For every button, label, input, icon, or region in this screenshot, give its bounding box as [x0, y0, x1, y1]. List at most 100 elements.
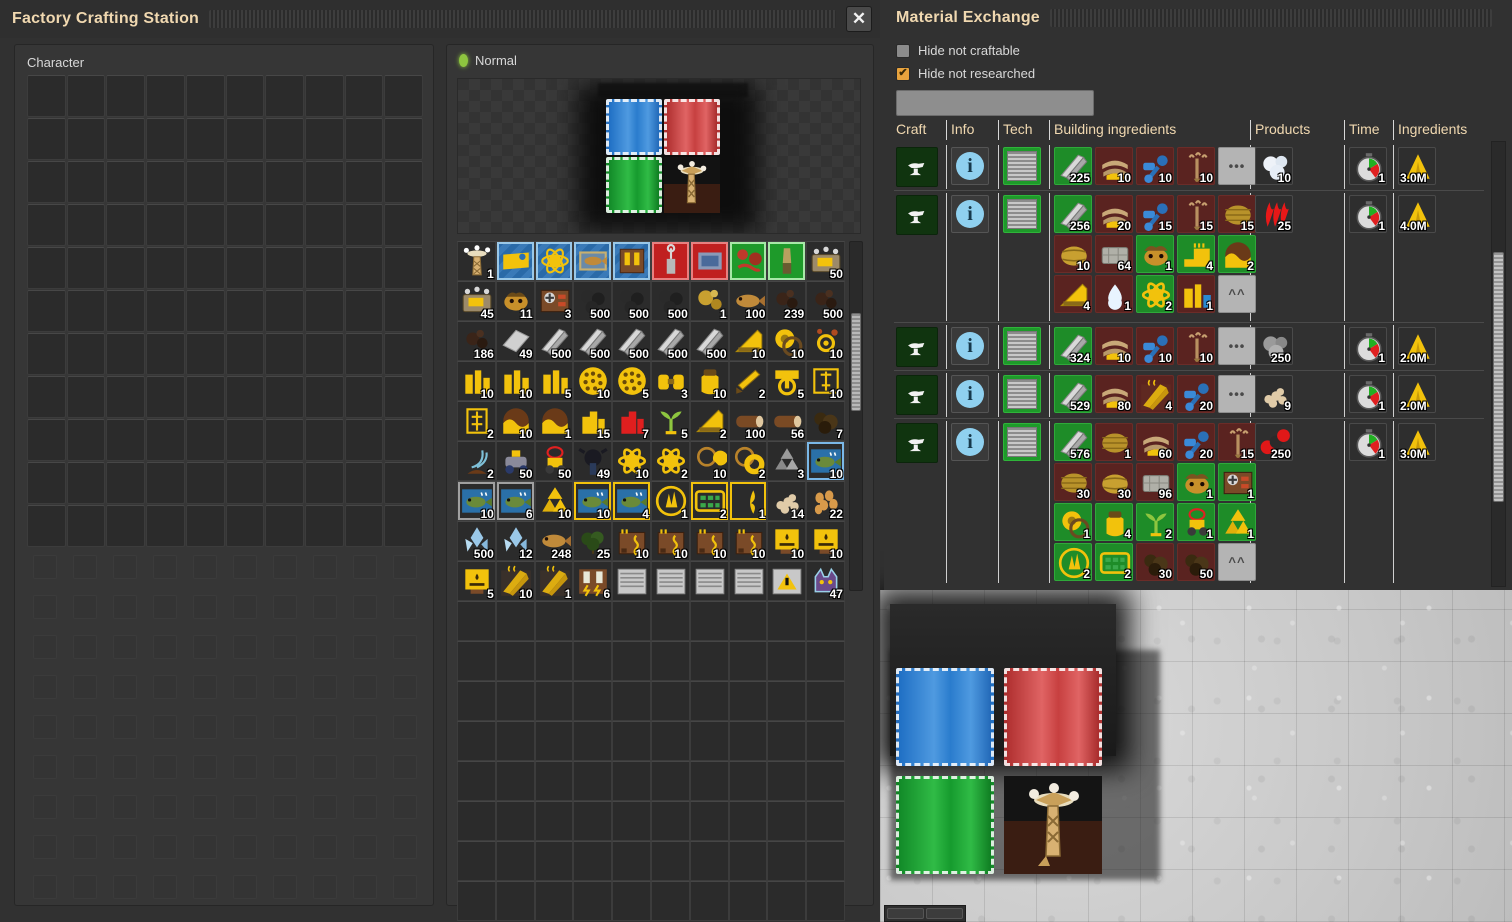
inventory-slot[interactable]: 4	[612, 481, 651, 521]
hide-not-researched-checkbox[interactable]: ✔	[896, 66, 910, 81]
character-slot[interactable]	[225, 161, 265, 203]
inventory-empty-slot[interactable]	[650, 641, 690, 681]
inventory-empty-slot[interactable]	[534, 841, 574, 881]
inventory-slot[interactable]: 10	[806, 521, 845, 561]
inventory-slot[interactable]: 1	[534, 401, 574, 441]
character-slot[interactable]	[225, 290, 265, 332]
character-slot[interactable]	[185, 290, 225, 332]
character-slot[interactable]	[304, 505, 344, 547]
character-slot[interactable]	[106, 290, 146, 332]
character-slot[interactable]	[384, 161, 423, 203]
ingredient-slot[interactable]: 1	[1218, 503, 1256, 541]
character-slot[interactable]	[225, 462, 265, 504]
inventory-slot[interactable]: 22	[806, 481, 845, 521]
inventory-empty-slot[interactable]	[534, 761, 574, 801]
character-slot[interactable]	[225, 419, 265, 461]
character-slot[interactable]	[304, 247, 344, 289]
inventory-empty-slot[interactable]	[573, 881, 613, 921]
inventory-slot[interactable]: 5	[767, 361, 807, 401]
inventory-empty-slot[interactable]	[534, 641, 574, 681]
inventory-slot[interactable]: 25	[573, 521, 613, 561]
inventory-empty-slot[interactable]	[457, 681, 496, 721]
inventory-slot[interactable]: 5	[612, 361, 651, 401]
ingredient-slot[interactable]: 15	[1177, 195, 1215, 233]
character-slot[interactable]	[384, 290, 423, 332]
character-slot[interactable]	[185, 419, 225, 461]
inventory-slot[interactable]: 1	[457, 241, 496, 281]
inventory-empty-slot[interactable]	[767, 841, 807, 881]
recipe-row[interactable]: i 256 20 15 15 15 10 64 1 4 2 4 1 2 1 ^^ 25 1 4.0M	[894, 191, 1484, 323]
ingredient-slot[interactable]: 2	[1136, 275, 1174, 313]
inventory-slot[interactable]: 1	[728, 481, 768, 521]
inventory-empty-slot[interactable]	[612, 721, 651, 761]
inventory-empty-slot[interactable]	[689, 681, 729, 721]
character-slot[interactable]	[106, 161, 146, 203]
world-red-chest[interactable]	[1004, 668, 1102, 766]
inventory-empty-slot[interactable]	[767, 641, 807, 681]
character-slot[interactable]	[304, 462, 344, 504]
inventory-empty-slot[interactable]	[806, 841, 845, 881]
character-slot[interactable]	[265, 161, 304, 203]
inventory-slot[interactable]: 2	[689, 401, 729, 441]
inventory-slot[interactable]: 1	[689, 281, 729, 321]
character-slot[interactable]	[66, 505, 106, 547]
info-button[interactable]: i	[951, 375, 989, 413]
inventory-empty-slot[interactable]	[612, 641, 651, 681]
character-slot[interactable]	[146, 247, 185, 289]
inventory-empty-slot[interactable]	[689, 761, 729, 801]
character-slot[interactable]	[185, 376, 225, 418]
ingredient-slot[interactable]: 20	[1177, 375, 1215, 413]
character-slot[interactable]	[225, 247, 265, 289]
inventory-empty-slot[interactable]	[573, 841, 613, 881]
inventory-slot[interactable]: 11	[495, 281, 535, 321]
character-inventory-grid[interactable]	[27, 75, 423, 547]
character-slot[interactable]	[265, 419, 304, 461]
character-slot[interactable]	[106, 118, 146, 160]
character-slot[interactable]	[265, 333, 304, 375]
ingredient-slot[interactable]: 64	[1095, 235, 1133, 273]
inventory-slot[interactable]: 248	[534, 521, 574, 561]
character-slot[interactable]	[106, 462, 146, 504]
inventory-empty-slot[interactable]	[457, 721, 496, 761]
character-slot[interactable]	[27, 505, 66, 547]
ingredient-slot[interactable]: 4	[1177, 235, 1215, 273]
inventory-slot[interactable]	[767, 561, 807, 601]
recipe-table[interactable]: i 225 10 10 10 ••• 10 1 3.0M i 256 20 15 15 15 10 64 1 4 2 4…	[894, 143, 1484, 583]
inventory-slot[interactable]: 47	[806, 561, 845, 601]
inventory-slot[interactable]: 10	[457, 481, 496, 521]
inventory-empty-slot[interactable]	[457, 841, 496, 881]
character-slot[interactable]	[344, 247, 384, 289]
inventory-empty-slot[interactable]	[534, 881, 574, 921]
inventory-empty-slot[interactable]	[650, 721, 690, 761]
crafting-titlebar[interactable]: Factory Crafting Station ✕	[0, 0, 880, 38]
game-world-viewport[interactable]	[880, 590, 1512, 922]
ingredient-slot[interactable]: 529	[1054, 375, 1092, 413]
inventory-empty-slot[interactable]	[612, 601, 651, 641]
inventory-slot[interactable]: 56	[767, 401, 807, 441]
character-slot[interactable]	[265, 247, 304, 289]
inventory-slot[interactable]: 2	[457, 441, 496, 481]
exchange-titlebar[interactable]: Material Exchange	[884, 0, 1512, 36]
hud-fragment[interactable]	[884, 905, 966, 922]
inventory-empty-slot[interactable]	[689, 841, 729, 881]
inventory-slot[interactable]: 5	[534, 361, 574, 401]
ingredient-slot[interactable]: 225	[1054, 147, 1092, 185]
inventory-slot[interactable]	[495, 241, 535, 281]
product-slot[interactable]: 9	[1255, 375, 1293, 413]
inventory-empty-slot[interactable]	[689, 881, 729, 921]
character-slot[interactable]	[225, 204, 265, 246]
inventory-slot[interactable]: 3	[767, 441, 807, 481]
inventory-empty-slot[interactable]	[728, 681, 768, 721]
character-slot[interactable]	[146, 118, 185, 160]
ingredient-slot[interactable]: 2	[1136, 503, 1174, 541]
exchange-drag-handle[interactable]	[1049, 9, 1492, 27]
ingredient-slot[interactable]: 15	[1218, 195, 1256, 233]
inventory-slot[interactable]: 500	[573, 321, 613, 361]
character-slot[interactable]	[106, 505, 146, 547]
ingredient-slot[interactable]: 1	[1136, 235, 1174, 273]
inventory-slot[interactable]: 10	[806, 441, 845, 481]
craft-button[interactable]	[896, 147, 938, 187]
character-slot[interactable]	[344, 161, 384, 203]
craft-cell[interactable]	[896, 147, 938, 187]
ingredient-slot[interactable]: 10	[1095, 147, 1133, 185]
